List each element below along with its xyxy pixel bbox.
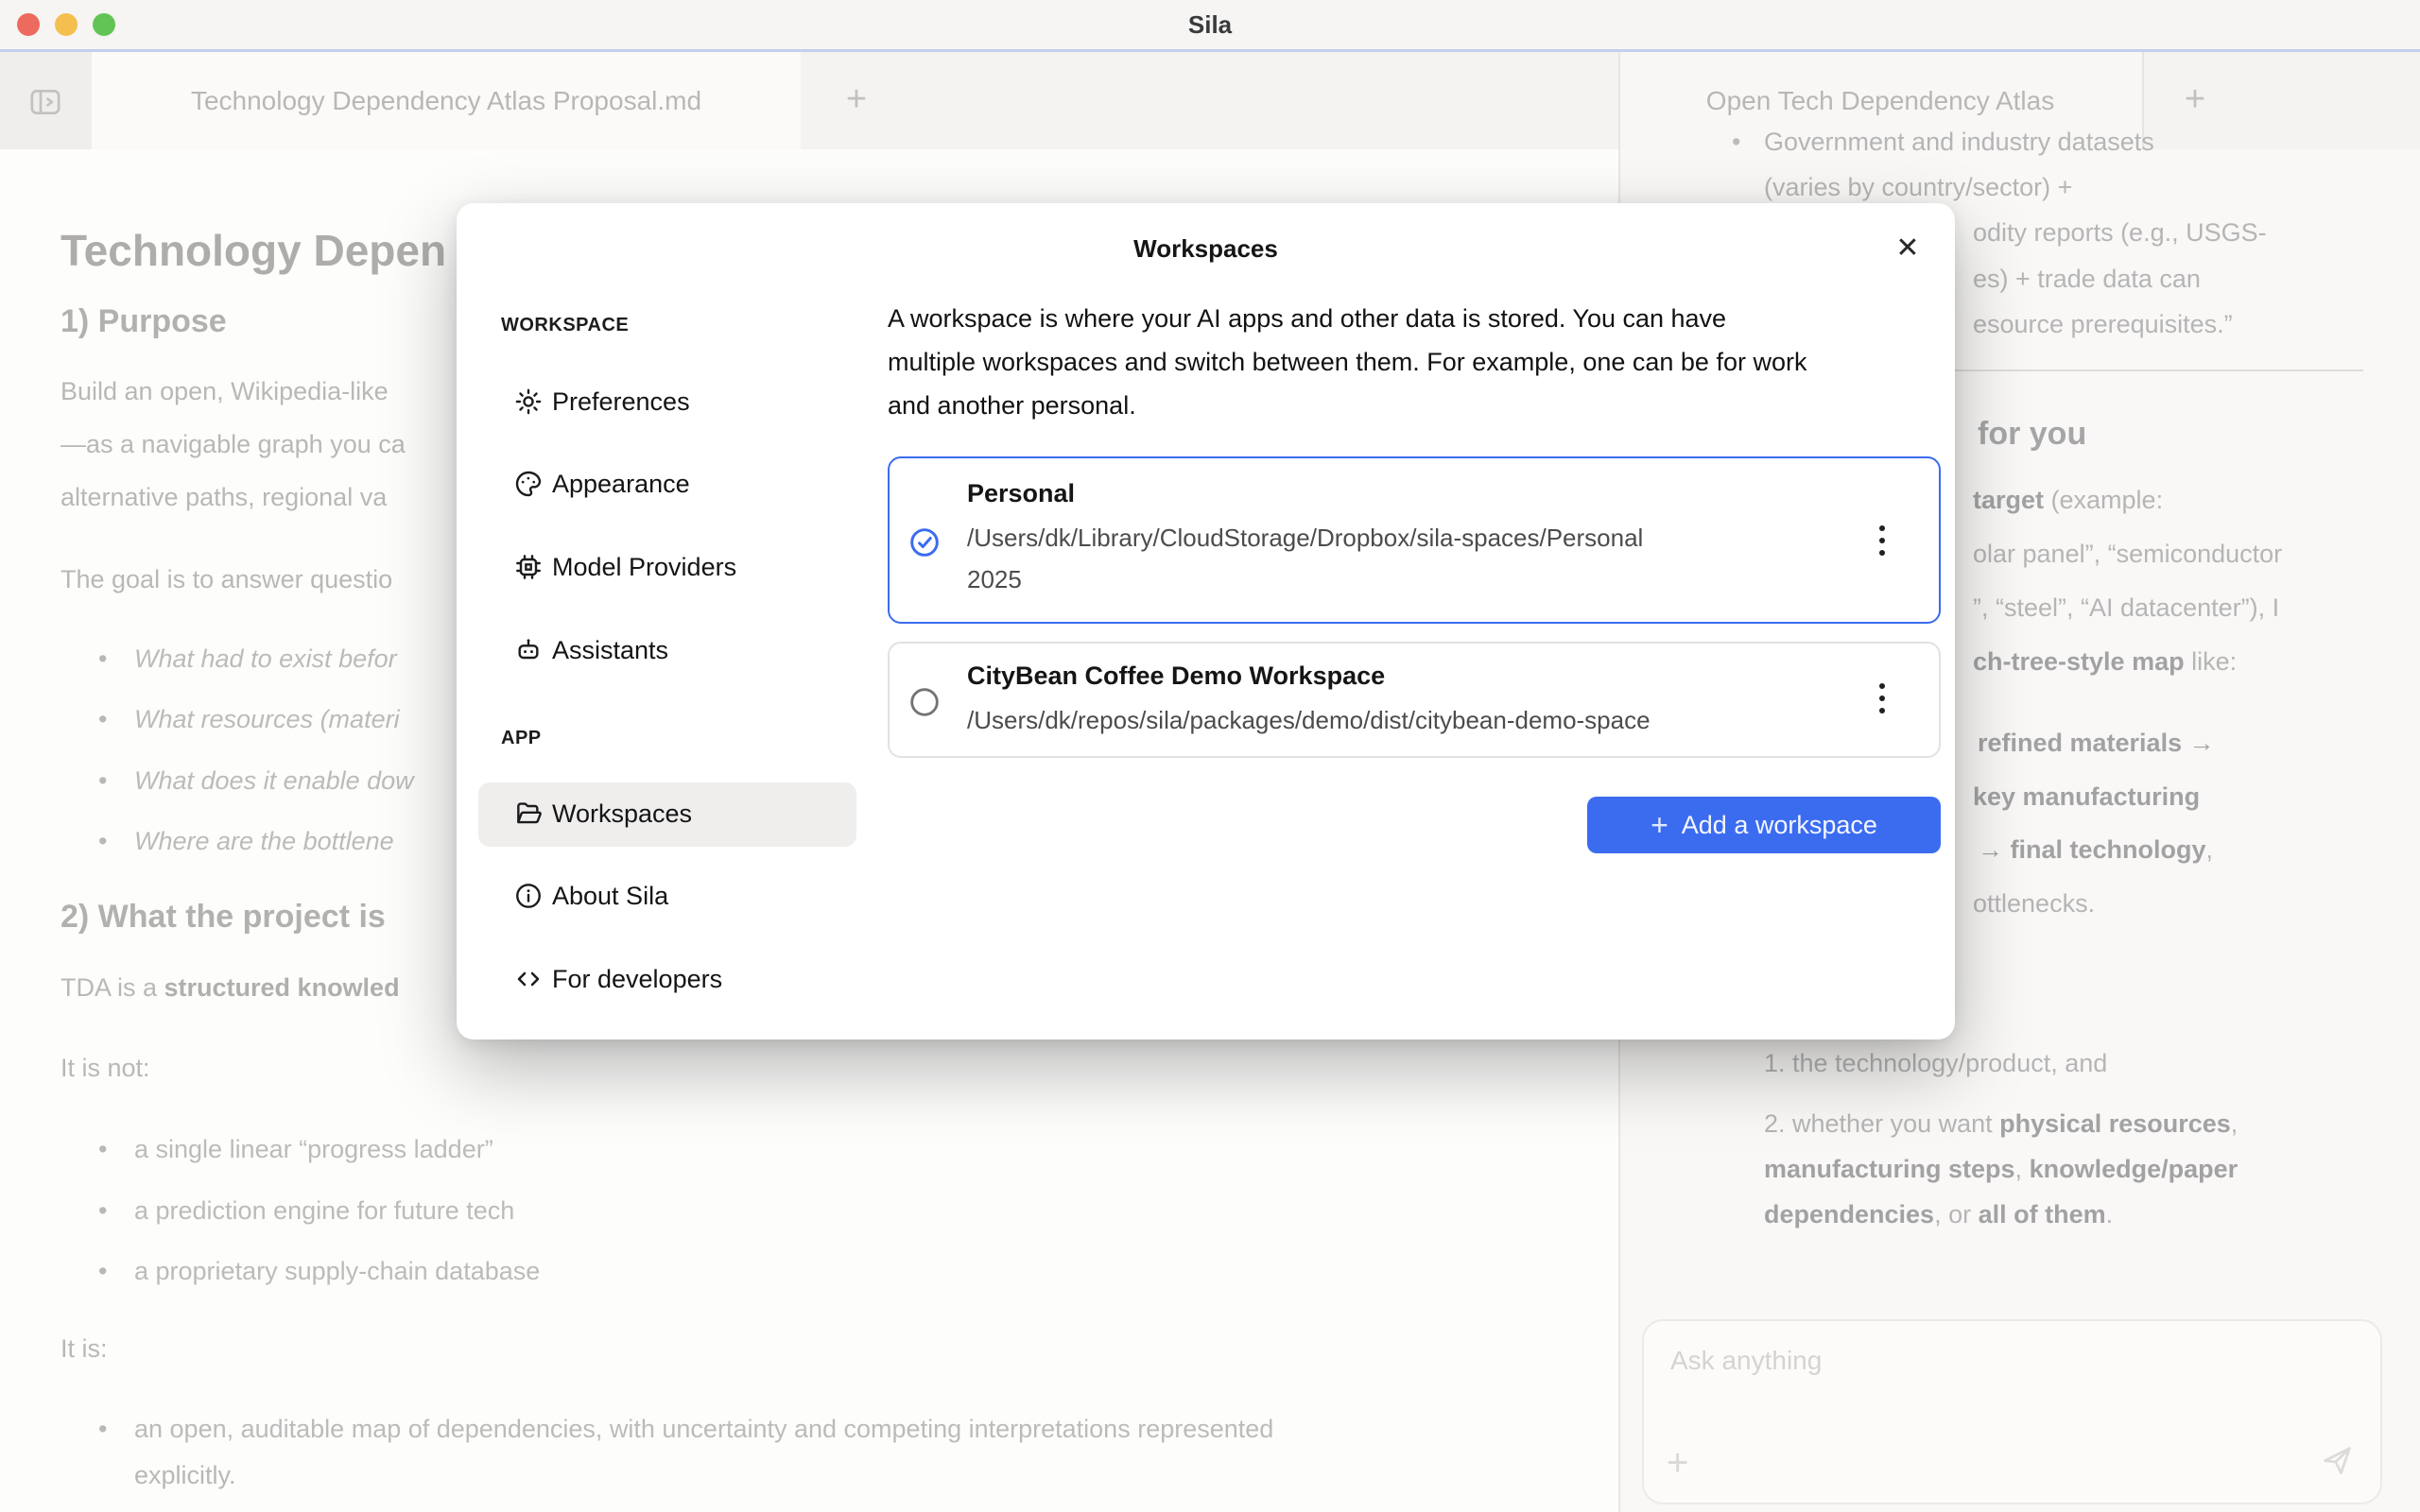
doc-bullet: What resources (materi — [98, 705, 400, 734]
chat-line: esource prerequisites.” — [1973, 310, 2233, 339]
workspace-name: CityBean Coffee Demo Workspace — [967, 662, 1385, 691]
dialog-description: A workspace is where your AI apps and ot… — [888, 304, 1726, 334]
add-workspace-label: Add a workspace — [1682, 811, 1877, 840]
nav-item-model-providers[interactable]: Model Providers — [501, 547, 856, 589]
attach-plus-icon[interactable]: + — [1667, 1444, 1688, 1482]
chat-line: ottlenecks. — [1973, 889, 2095, 919]
nav-item-appearance[interactable]: Appearance — [501, 464, 856, 506]
nav-section-app: APP — [501, 728, 542, 749]
doc-paragraph: explicitly. — [134, 1461, 236, 1490]
plus-icon: + — [1651, 810, 1668, 840]
doc-paragraph: TDA is a structured knowled — [60, 973, 400, 1003]
chat-line: ”, “steel”, “AI datacenter”), I — [1973, 593, 2279, 623]
doc-paragraph: alternative paths, regional va — [60, 483, 387, 512]
sidebar-toggle-strip — [0, 52, 92, 149]
nav-item-label: For developers — [552, 965, 722, 994]
chat-bullet: Government and industry datasets — [1732, 128, 2154, 157]
radio-selected-icon[interactable] — [908, 526, 941, 558]
new-tab-button-left[interactable]: + — [830, 52, 883, 146]
doc-bullet: a prediction engine for future tech — [98, 1196, 514, 1226]
doc-paragraph: —as a navigable graph you ca — [60, 430, 406, 459]
radio-unselected-icon[interactable] — [908, 686, 941, 718]
chat-composer[interactable]: Ask anything + — [1642, 1319, 2382, 1504]
chat-line: → final technology, — [1978, 835, 2213, 865]
workspace-path: 2025 — [967, 565, 1022, 594]
robot-icon — [513, 635, 544, 665]
chat-numbered-item: dependencies, or all of them. — [1764, 1200, 2113, 1229]
send-icon[interactable] — [2318, 1442, 2356, 1480]
chat-line: (varies by country/sector) + — [1764, 173, 2072, 202]
doc-bullet: a single linear “progress ladder” — [98, 1135, 493, 1164]
workspace-card-personal[interactable]: Personal /Users/dk/Library/CloudStorage/… — [888, 456, 1941, 624]
palette-icon — [513, 469, 544, 499]
chat-line: es) + trade data can — [1973, 265, 2201, 294]
kebab-menu-icon[interactable] — [1878, 683, 1886, 720]
chat-line: refined materials → — [1978, 729, 2215, 758]
chat-numbered-item: manufacturing steps, knowledge/paper — [1764, 1155, 2238, 1184]
new-tab-button-right[interactable]: + — [2169, 52, 2221, 146]
chat-line: olar panel”, “semiconductor — [1973, 540, 2282, 569]
workspace-card-citybean[interactable]: CityBean Coffee Demo Workspace /Users/dk… — [888, 642, 1941, 758]
titlebar: Sila — [0, 0, 2420, 49]
dialog-description: and another personal. — [888, 391, 1136, 421]
nav-item-label: Appearance — [552, 470, 690, 499]
doc-bullet: a proprietary supply-chain database — [98, 1257, 540, 1286]
doc-paragraph: Build an open, Wikipedia-like — [60, 377, 389, 406]
close-icon[interactable]: ✕ — [1889, 230, 1927, 267]
workspace-path: /Users/dk/repos/sila/packages/demo/dist/… — [967, 706, 1651, 735]
code-icon — [513, 964, 544, 994]
tab-document[interactable]: Technology Dependency Atlas Proposal.md — [92, 52, 801, 149]
chat-numbered-item: 1. the technology/product, and — [1764, 1049, 2107, 1078]
nav-item-label: Assistants — [552, 636, 668, 665]
nav-section-workspace: WORKSPACE — [501, 315, 629, 336]
nav-item-label: Model Providers — [552, 553, 736, 582]
tab-document-title: Technology Dependency Atlas Proposal.md — [92, 52, 801, 149]
doc-heading-purpose: 1) Purpose — [60, 303, 227, 340]
nav-item-label: Workspaces — [552, 799, 692, 829]
doc-paragraph: It is: — [60, 1334, 108, 1364]
window-title: Sila — [0, 0, 2420, 49]
dialog-title: Workspaces — [457, 234, 1955, 264]
chat-heading: for you — [1978, 416, 2086, 453]
doc-paragraph: The goal is to answer questio — [60, 565, 392, 594]
chat-line: target (example: — [1973, 486, 2163, 515]
nav-item-assistants[interactable]: Assistants — [501, 630, 856, 672]
nav-item-label: About Sila — [552, 882, 668, 911]
chip-icon — [513, 552, 544, 582]
folder-open-icon — [513, 799, 544, 829]
nav-item-about-sila[interactable]: About Sila — [501, 876, 856, 918]
nav-item-label: Preferences — [552, 387, 690, 417]
sidebar-toggle-icon[interactable] — [26, 83, 64, 121]
doc-bullet: What had to exist befor — [98, 644, 397, 674]
add-workspace-button[interactable]: + Add a workspace — [1587, 797, 1941, 853]
doc-paragraph: It is not: — [60, 1054, 150, 1083]
nav-item-for-developers[interactable]: For developers — [501, 959, 856, 1001]
nav-item-preferences[interactable]: Preferences — [501, 382, 856, 423]
info-icon — [513, 881, 544, 911]
chat-line: odity reports (e.g., USGS- — [1973, 218, 2267, 248]
doc-heading-what: 2) What the project is — [60, 899, 386, 936]
doc-heading-1: Technology Depen — [60, 225, 446, 276]
chat-input-placeholder[interactable]: Ask anything — [1670, 1346, 1822, 1376]
kebab-menu-icon[interactable] — [1878, 525, 1886, 562]
doc-bullet: What does it enable dow — [98, 766, 414, 796]
doc-bullet: Where are the bottlene — [98, 827, 394, 856]
workspace-name: Personal — [967, 479, 1075, 508]
workspace-path: /Users/dk/Library/CloudStorage/Dropbox/s… — [967, 524, 1643, 553]
doc-bullet: an open, auditable map of dependencies, … — [98, 1415, 1273, 1444]
workspaces-dialog: Workspaces ✕ WORKSPACE Preferences Appea… — [457, 203, 1955, 1040]
chat-numbered-item: 2. whether you want physical resources, — [1764, 1109, 2238, 1139]
chat-line: ch-tree-style map like: — [1973, 647, 2237, 677]
gear-icon — [513, 387, 544, 417]
app-window: Sila Technology Dependency Atlas Proposa… — [0, 0, 2420, 1512]
dialog-description: multiple workspaces and switch between t… — [888, 348, 1806, 377]
nav-item-workspaces[interactable]: Workspaces — [501, 794, 856, 835]
chat-line: key manufacturing — [1973, 782, 2200, 812]
